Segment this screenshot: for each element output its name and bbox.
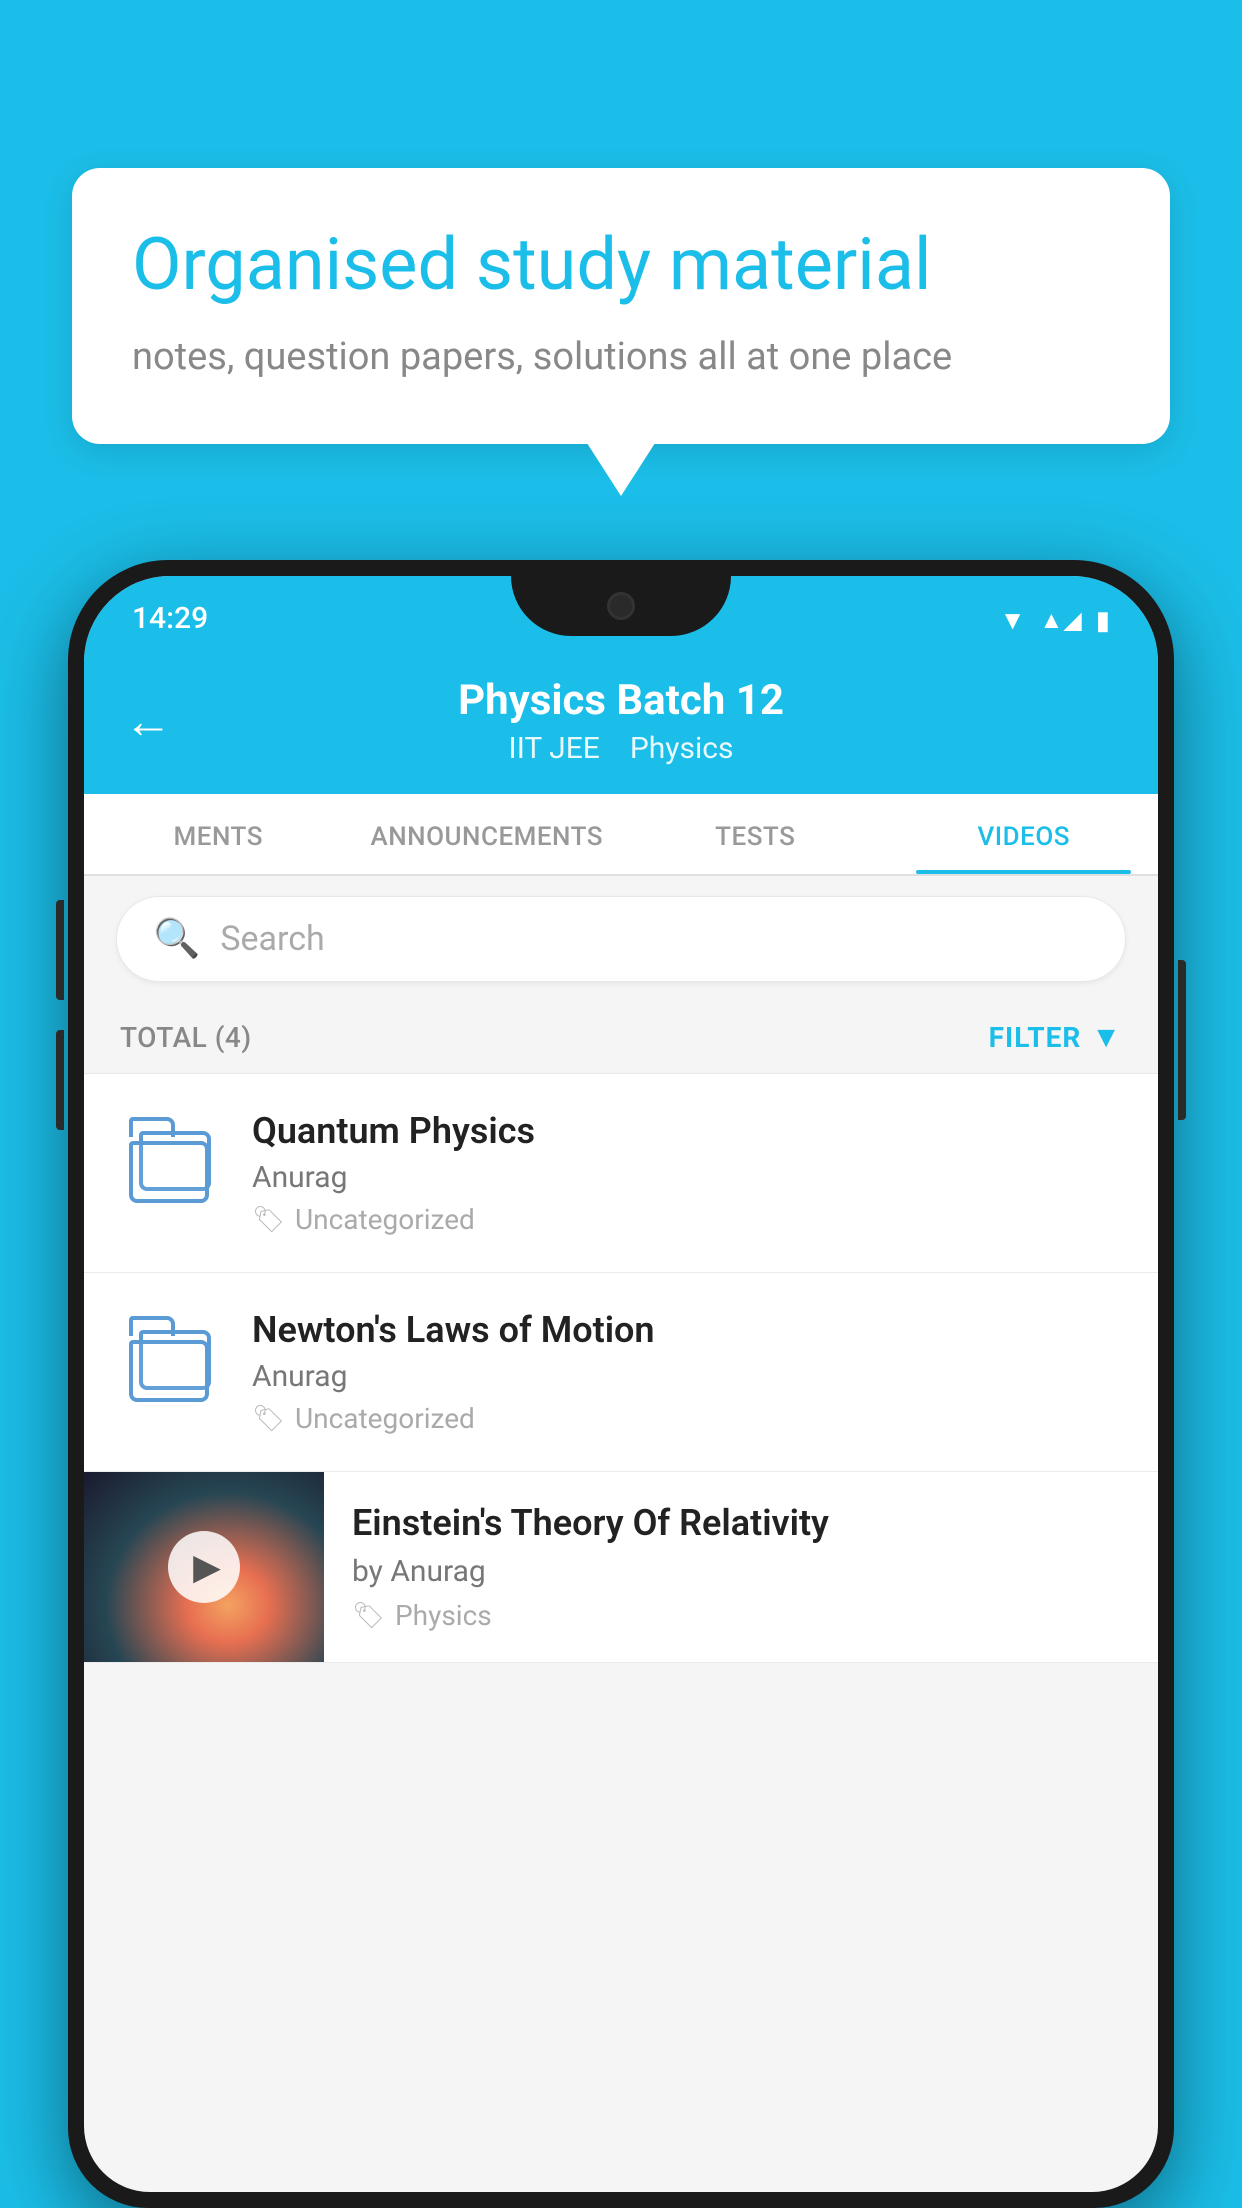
tab-announcements[interactable]: ANNOUNCEMENTS xyxy=(353,794,622,874)
tabs-bar: MENTS ANNOUNCEMENTS TESTS VIDEOS xyxy=(84,794,1158,876)
phone-screen: 14:29 ▼ ▲◢ ▮ ← Physics Batch 12 IIT JEE … xyxy=(84,576,1158,2192)
item-author: Anurag xyxy=(252,1160,1122,1195)
folder-icon xyxy=(129,1117,211,1203)
front-camera xyxy=(607,592,635,620)
list-item[interactable]: ▶ Einstein's Theory Of Relativity by Anu… xyxy=(84,1472,1158,1663)
app-bar: ← Physics Batch 12 IIT JEE Physics xyxy=(84,648,1158,794)
app-bar-category: IIT JEE xyxy=(509,731,600,766)
item-author: by Anurag xyxy=(352,1554,1130,1589)
item-icon-wrap xyxy=(120,1110,220,1210)
tag-icon: 🏷 xyxy=(252,1205,285,1235)
list-item[interactable]: Quantum Physics Anurag 🏷 Uncategorized xyxy=(84,1074,1158,1273)
tab-videos[interactable]: VIDEOS xyxy=(890,794,1159,874)
list-item[interactable]: Newton's Laws of Motion Anurag 🏷 Uncateg… xyxy=(84,1273,1158,1472)
item-tag: 🏷 Uncategorized xyxy=(252,1402,1122,1435)
battery-icon: ▮ xyxy=(1096,606,1110,636)
play-icon: ▶ xyxy=(193,1546,221,1588)
item-info: Quantum Physics Anurag 🏷 Uncategorized xyxy=(252,1110,1122,1236)
item-author: Anurag xyxy=(252,1359,1122,1394)
tab-ments[interactable]: MENTS xyxy=(84,794,353,874)
tag-label: Physics xyxy=(395,1599,492,1632)
filter-icon: ▼ xyxy=(1091,1020,1122,1055)
item-title: Newton's Laws of Motion xyxy=(252,1309,1122,1351)
item-tag: 🏷 Uncategorized xyxy=(252,1203,1122,1236)
play-button[interactable]: ▶ xyxy=(168,1531,240,1603)
phone-notch xyxy=(511,576,731,636)
tag-label: Uncategorized xyxy=(295,1402,475,1435)
item-tag: 🏷 Physics xyxy=(352,1599,1130,1632)
tab-tests[interactable]: TESTS xyxy=(621,794,890,874)
status-time: 14:29 xyxy=(132,601,208,636)
search-bar[interactable]: 🔍 Search xyxy=(116,896,1126,982)
phone-frame: 14:29 ▼ ▲◢ ▮ ← Physics Batch 12 IIT JEE … xyxy=(68,560,1174,2208)
power-button[interactable] xyxy=(1178,960,1186,1120)
wifi-icon: ▼ xyxy=(1000,605,1026,636)
item-info: Einstein's Theory Of Relativity by Anura… xyxy=(324,1472,1158,1662)
search-bar-wrapper: 🔍 Search xyxy=(84,876,1158,1002)
speech-bubble: Organised study material notes, question… xyxy=(72,168,1170,444)
search-input[interactable]: Search xyxy=(220,919,324,959)
item-info: Newton's Laws of Motion Anurag 🏷 Uncateg… xyxy=(252,1309,1122,1435)
app-bar-title: Physics Batch 12 xyxy=(458,676,784,725)
app-bar-subject: Physics xyxy=(630,731,734,766)
filter-button[interactable]: FILTER ▼ xyxy=(989,1020,1122,1055)
folder-icon xyxy=(129,1316,211,1402)
vol-down-button[interactable] xyxy=(56,1030,64,1130)
bubble-title: Organised study material xyxy=(132,224,1110,307)
status-icons: ▼ ▲◢ ▮ xyxy=(1000,605,1110,636)
app-bar-subtitle: IIT JEE Physics xyxy=(509,731,734,766)
item-icon-wrap xyxy=(120,1309,220,1409)
total-count: TOTAL (4) xyxy=(120,1021,252,1054)
video-list: Quantum Physics Anurag 🏷 Uncategorized xyxy=(84,1074,1158,1663)
video-thumbnail: ▶ xyxy=(84,1472,324,1662)
filter-row: TOTAL (4) FILTER ▼ xyxy=(84,1002,1158,1074)
back-button[interactable]: ← xyxy=(124,693,172,750)
search-icon: 🔍 xyxy=(153,917,200,961)
item-title: Einstein's Theory Of Relativity xyxy=(352,1502,1130,1544)
tag-icon: 🏷 xyxy=(352,1601,385,1631)
item-title: Quantum Physics xyxy=(252,1110,1122,1152)
tag-label: Uncategorized xyxy=(295,1203,475,1236)
bubble-subtitle: notes, question papers, solutions all at… xyxy=(132,331,1110,384)
filter-label: FILTER xyxy=(989,1021,1082,1054)
tag-icon: 🏷 xyxy=(252,1404,285,1434)
vol-up-button[interactable] xyxy=(56,900,64,1000)
signal-icon: ▲◢ xyxy=(1039,606,1081,635)
